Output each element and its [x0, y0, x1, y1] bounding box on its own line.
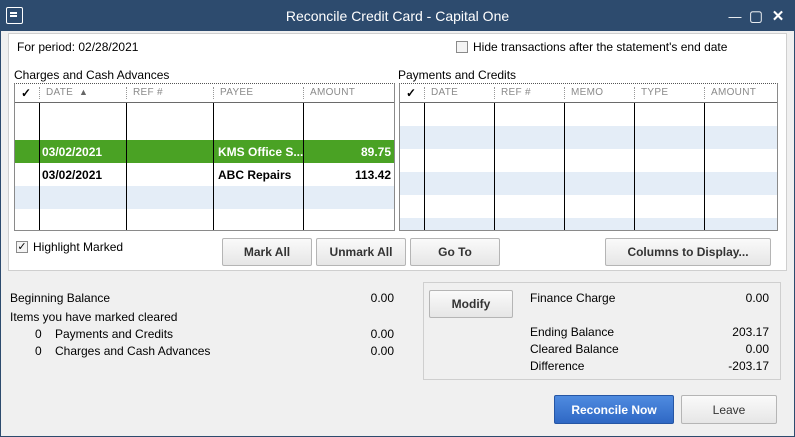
row-payee: ABC Repairs — [218, 168, 292, 182]
close-icon[interactable]: ✕ — [768, 6, 788, 26]
column-header-amount[interactable]: AMOUNT — [711, 87, 756, 98]
check-column-header[interactable]: ✓ — [21, 86, 31, 100]
ending-balance-value: 203.17 — [732, 325, 769, 339]
row-date: 03/02/2021 — [42, 168, 103, 182]
charges-count: 0 — [35, 344, 42, 358]
column-header-date[interactable]: DATE — [431, 87, 458, 98]
go-to-button[interactable]: Go To — [410, 238, 500, 266]
column-header-ref[interactable]: REF # — [501, 87, 531, 98]
check-column-header[interactable]: ✓ — [406, 86, 416, 100]
finance-charge-label: Finance Charge — [530, 291, 616, 305]
finance-panel: Modify Finance Charge 0.00 Ending Balanc… — [423, 282, 781, 380]
table-row[interactable]: 03/02/2021 KMS Office S... 89.75 — [15, 140, 394, 163]
hide-transactions-checkbox[interactable]: Hide transactions after the statement's … — [456, 40, 727, 54]
empty-row — [400, 218, 777, 230]
beginning-balance-value: 0.00 — [370, 291, 394, 305]
unmark-all-button[interactable]: Unmark All — [316, 238, 406, 266]
column-header-date[interactable]: DATE — [46, 87, 73, 98]
payments-cleared-value: 0.00 — [370, 327, 394, 341]
cleared-balance-value: 0.00 — [745, 342, 769, 356]
finance-charge-value: 0.00 — [745, 291, 769, 305]
charges-section-title: Charges and Cash Advances — [14, 68, 170, 82]
table-row[interactable]: 03/02/2021 ABC Repairs 113.42 — [15, 163, 394, 186]
difference-value: -203.17 — [728, 359, 769, 373]
maximize-icon[interactable]: ▢ — [746, 6, 766, 26]
transactions-panel: For period: 02/28/2021 Hide transactions… — [8, 33, 787, 271]
payments-section-title: Payments and Credits — [398, 68, 517, 82]
payments-cleared-label: Payments and Credits — [55, 327, 174, 341]
sort-ascending-icon: ▲ — [79, 87, 89, 97]
charges-cleared-label: Charges and Cash Advances — [55, 344, 211, 358]
charges-cleared-value: 0.00 — [370, 344, 394, 358]
row-amount: 113.42 — [354, 168, 391, 182]
row-date: 03/02/2021 — [42, 145, 103, 159]
highlight-marked-label: Highlight Marked — [33, 240, 124, 254]
modify-button[interactable]: Modify — [429, 290, 513, 318]
empty-row — [400, 126, 777, 149]
reconcile-now-button[interactable]: Reconcile Now — [554, 395, 674, 424]
columns-to-display-button[interactable]: Columns to Display... — [605, 238, 771, 266]
check-icon[interactable]: ✓ — [16, 241, 28, 253]
beginning-balance-label: Beginning Balance — [10, 291, 111, 305]
payments-grid-header: ✓ DATE REF # MEMO TYPE AMOUNT — [400, 84, 777, 103]
hide-transactions-label: Hide transactions after the statement's … — [473, 40, 728, 54]
row-payee: KMS Office S... — [218, 145, 304, 159]
reconcile-window: For period: 02/28/2021 Hide transactions… — [0, 31, 795, 437]
column-header-memo[interactable]: MEMO — [571, 87, 603, 98]
row-amount: 89.75 — [360, 145, 391, 159]
column-header-type[interactable]: TYPE — [641, 87, 668, 98]
checkbox-box[interactable] — [456, 41, 468, 53]
column-header-ref[interactable]: REF # — [133, 87, 163, 98]
ending-balance-label: Ending Balance — [530, 325, 615, 339]
difference-label: Difference — [530, 359, 585, 373]
column-header-payee[interactable]: PAYEE — [220, 87, 253, 98]
window-title: Reconcile Credit Card - Capital One — [285, 8, 510, 24]
minimize-icon[interactable]: — — [725, 6, 745, 26]
title-bar: Reconcile Credit Card - Capital One — ▢ … — [0, 0, 795, 31]
column-header-amount[interactable]: AMOUNT — [310, 87, 355, 98]
empty-row — [400, 172, 777, 195]
mark-all-button[interactable]: Mark All — [222, 238, 312, 266]
charges-grid-header: ✓ DATE ▲ REF # PAYEE AMOUNT — [15, 84, 394, 103]
leave-button[interactable]: Leave — [681, 395, 777, 424]
charges-grid: ✓ DATE ▲ REF # PAYEE AMOUNT 03/02/2021 K… — [14, 83, 395, 231]
payments-count: 0 — [35, 327, 42, 341]
payments-grid: ✓ DATE REF # MEMO TYPE AMOUNT — [399, 83, 778, 231]
highlight-marked-checkbox[interactable]: ✓ Highlight Marked — [16, 240, 123, 254]
period-label: For period: 02/28/2021 — [17, 40, 139, 54]
cleared-balance-label: Cleared Balance — [530, 342, 619, 356]
items-cleared-label: Items you have marked cleared — [10, 310, 178, 324]
empty-row — [15, 186, 394, 209]
